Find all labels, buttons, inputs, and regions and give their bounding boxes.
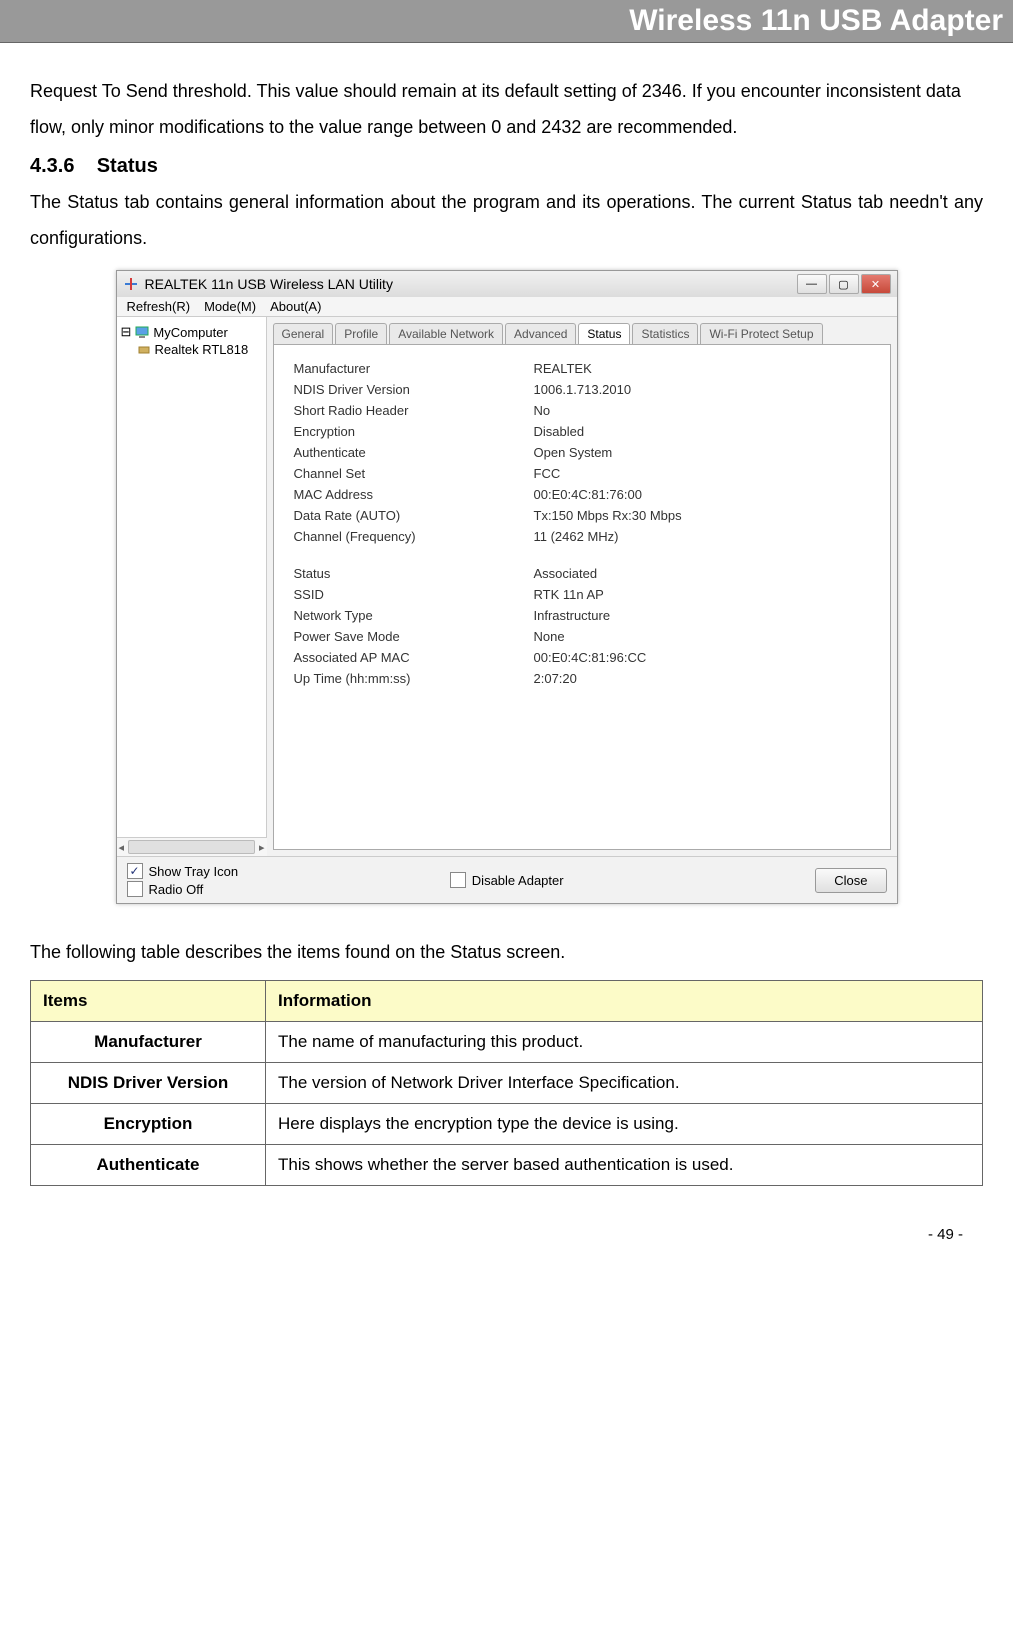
status-label: Channel Set xyxy=(294,466,494,481)
checkbox-icon xyxy=(450,872,466,888)
status-label: Network Type xyxy=(294,608,494,623)
close-button[interactable]: Close xyxy=(815,868,886,893)
tree-root[interactable]: ⊟ MyComputer xyxy=(121,323,262,341)
cell-info: This shows whether the server based auth… xyxy=(266,1145,983,1186)
status-description-table: Items Information Manufacturer The name … xyxy=(30,980,983,1186)
tab-wifi-protect-setup[interactable]: Wi-Fi Protect Setup xyxy=(700,323,822,344)
computer-icon xyxy=(135,325,149,339)
status-label: Authenticate xyxy=(294,445,494,460)
maximize-button[interactable]: ▢ xyxy=(829,274,859,294)
document-header: Wireless 11n USB Adapter xyxy=(0,0,1013,43)
status-label: Up Time (hh:mm:ss) xyxy=(294,671,494,686)
window-title: REALTEK 11n USB Wireless LAN Utility xyxy=(145,276,393,292)
status-value: REALTEK xyxy=(534,361,794,376)
app-icon xyxy=(123,276,139,292)
minimize-button[interactable]: — xyxy=(797,274,827,294)
table-row: NDIS Driver Version The version of Netwo… xyxy=(31,1063,983,1104)
status-value: Open System xyxy=(534,445,794,460)
tree-root-label: MyComputer xyxy=(153,325,227,340)
minus-icon: ⊟ xyxy=(121,324,132,340)
show-tray-checkbox[interactable]: ✓ Show Tray Icon xyxy=(127,863,239,879)
tree-child[interactable]: Realtek RTL818 xyxy=(121,341,262,358)
tab-advanced[interactable]: Advanced xyxy=(505,323,576,344)
tab-general[interactable]: General xyxy=(273,323,334,344)
status-value: RTK 11n AP xyxy=(534,587,794,602)
table-row: Encryption Here displays the encryption … xyxy=(31,1104,983,1145)
tab-status[interactable]: Status xyxy=(578,323,630,344)
scroll-right-icon[interactable]: ▸ xyxy=(259,841,265,854)
tab-available-network[interactable]: Available Network xyxy=(389,323,503,344)
tab-row: General Profile Available Network Advanc… xyxy=(267,317,897,344)
utility-window: REALTEK 11n USB Wireless LAN Utility — ▢… xyxy=(116,270,898,904)
status-value: Infrastructure xyxy=(534,608,794,623)
cell-info: Here displays the encryption type the de… xyxy=(266,1104,983,1145)
cell-item: NDIS Driver Version xyxy=(31,1063,266,1104)
menu-mode[interactable]: Mode(M) xyxy=(204,299,256,314)
cell-info: The name of manufacturing this product. xyxy=(266,1022,983,1063)
scroll-left-icon[interactable]: ◂ xyxy=(119,841,125,854)
cell-item: Encryption xyxy=(31,1104,266,1145)
table-header-information: Information xyxy=(266,981,983,1022)
status-value: Associated xyxy=(534,566,794,581)
tree-scrollbar[interactable]: ◂ ▸ xyxy=(117,837,267,856)
radio-off-checkbox[interactable]: Radio Off xyxy=(127,881,239,897)
cell-item: Manufacturer xyxy=(31,1022,266,1063)
menu-bar: Refresh(R) Mode(M) About(A) xyxy=(117,297,897,317)
status-label: Encryption xyxy=(294,424,494,439)
status-label: SSID xyxy=(294,587,494,602)
status-label: Manufacturer xyxy=(294,361,494,376)
table-row: Authenticate This shows whether the serv… xyxy=(31,1145,983,1186)
status-label: Short Radio Header xyxy=(294,403,494,418)
status-label: Associated AP MAC xyxy=(294,650,494,665)
checkbox-icon xyxy=(127,881,143,897)
status-value: 11 (2462 MHz) xyxy=(534,529,794,544)
adapter-icon xyxy=(137,343,151,357)
intro-paragraph: Request To Send threshold. This value sh… xyxy=(30,73,983,145)
status-value: FCC xyxy=(534,466,794,481)
tree-child-label: Realtek RTL818 xyxy=(155,342,249,357)
table-intro: The following table describes the items … xyxy=(30,934,983,970)
section-heading: 4.3.6 Status xyxy=(30,155,983,178)
status-label: Channel (Frequency) xyxy=(294,529,494,544)
status-value: 00:E0:4C:81:76:00 xyxy=(534,487,794,502)
status-value: None xyxy=(534,629,794,644)
menu-about[interactable]: About(A) xyxy=(270,299,321,314)
status-label: MAC Address xyxy=(294,487,494,502)
status-panel: Manufacturer REALTEK NDIS Driver Version… xyxy=(273,344,891,850)
cell-info: The version of Network Driver Interface … xyxy=(266,1063,983,1104)
status-value: Tx:150 Mbps Rx:30 Mbps xyxy=(534,508,794,523)
table-header-items: Items xyxy=(31,981,266,1022)
disable-adapter-checkbox[interactable]: Disable Adapter xyxy=(450,872,564,888)
section-body: The Status tab contains general informat… xyxy=(30,184,983,256)
status-label: Data Rate (AUTO) xyxy=(294,508,494,523)
titlebar: REALTEK 11n USB Wireless LAN Utility — ▢… xyxy=(117,271,897,297)
table-row: Manufacturer The name of manufacturing t… xyxy=(31,1022,983,1063)
show-tray-label: Show Tray Icon xyxy=(149,864,239,879)
close-window-button[interactable]: ✕ xyxy=(861,274,891,294)
checkbox-icon: ✓ xyxy=(127,863,143,879)
disable-adapter-label: Disable Adapter xyxy=(472,873,564,888)
device-tree: ⊟ MyComputer Realtek RTL818 xyxy=(117,317,267,837)
menu-refresh[interactable]: Refresh(R) xyxy=(127,299,191,314)
status-label: Power Save Mode xyxy=(294,629,494,644)
bottom-bar: ✓ Show Tray Icon Radio Off Disable Adapt… xyxy=(117,856,897,903)
status-value: 1006.1.713.2010 xyxy=(534,382,794,397)
section-title: Status xyxy=(97,155,158,177)
cell-item: Authenticate xyxy=(31,1145,266,1186)
radio-off-label: Radio Off xyxy=(149,882,204,897)
status-value: 00:E0:4C:81:96:CC xyxy=(534,650,794,665)
section-number: 4.3.6 xyxy=(30,155,74,177)
tab-statistics[interactable]: Statistics xyxy=(632,323,698,344)
page-number: - 49 - xyxy=(0,1196,1013,1253)
status-value: No xyxy=(534,403,794,418)
status-label: NDIS Driver Version xyxy=(294,382,494,397)
header-title: Wireless 11n USB Adapter xyxy=(629,4,1003,37)
tab-profile[interactable]: Profile xyxy=(335,323,387,344)
status-label: Status xyxy=(294,566,494,581)
status-value: 2:07:20 xyxy=(534,671,794,686)
status-value: Disabled xyxy=(534,424,794,439)
